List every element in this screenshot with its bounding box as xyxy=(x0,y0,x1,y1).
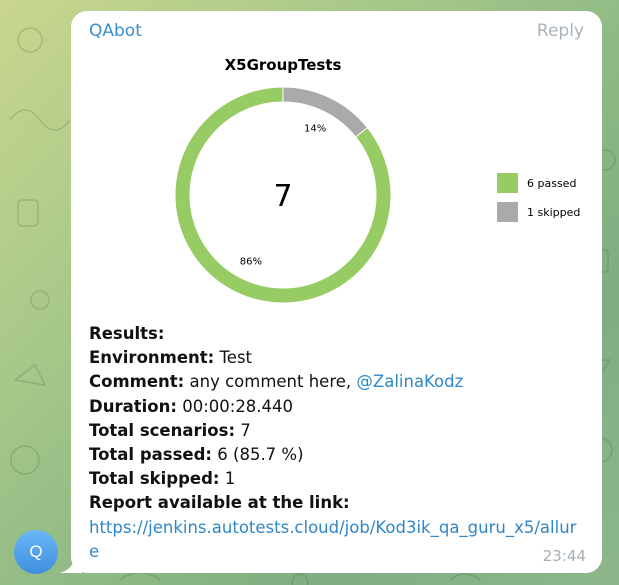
chart-center-count: 7 xyxy=(273,179,292,214)
legend-swatch-passed xyxy=(497,173,518,193)
report-link[interactable]: https://jenkins.autotests.cloud/job/Kod3… xyxy=(89,516,584,564)
total-passed-label: Total passed: xyxy=(89,445,213,465)
message-bubble: QAbot Reply X5GroupTests 7 14% 86% 6 pass… xyxy=(71,11,602,573)
slice-label-passed: 86% xyxy=(240,257,262,268)
chart-title: X5GroupTests xyxy=(225,56,342,74)
results-heading: Results: xyxy=(89,324,165,343)
comment-value: any comment here, xyxy=(189,372,352,392)
total-passed-value: 6 (85.7 %) xyxy=(217,445,304,465)
user-mention-link[interactable]: @ZalinaKodz xyxy=(356,372,463,391)
total-skipped-label: Total skipped: xyxy=(89,469,220,489)
test-results-chart[interactable]: X5GroupTests 7 14% 86% 6 passed 1 skipped xyxy=(71,47,602,315)
total-skipped-value: 1 xyxy=(224,469,236,489)
bot-avatar[interactable]: Q xyxy=(14,530,58,574)
legend-label-skipped: 1 skipped xyxy=(527,206,580,219)
avatar-initial: Q xyxy=(29,542,43,561)
total-scenarios-label: Total scenarios: xyxy=(89,420,236,440)
message-timestamp: 23:44 xyxy=(542,547,586,565)
sender-name[interactable]: QAbot xyxy=(89,21,142,41)
comment-label: Comment: xyxy=(89,372,185,392)
environment-value: Test xyxy=(219,348,253,368)
environment-label: Environment: xyxy=(89,348,215,368)
legend-label-passed: 6 passed xyxy=(527,177,576,190)
duration-value: 00:00:28.440 xyxy=(182,396,294,416)
report-label: Report available at the link: xyxy=(89,493,350,513)
duration-label: Duration: xyxy=(89,396,177,416)
slice-label-skipped: 14% xyxy=(304,123,326,134)
results-text: Results: Environment: Test Comment: any … xyxy=(89,322,589,564)
total-scenarios-value: 7 xyxy=(240,420,251,440)
legend-swatch-skipped xyxy=(497,202,518,222)
reply-button[interactable]: Reply xyxy=(537,21,584,41)
